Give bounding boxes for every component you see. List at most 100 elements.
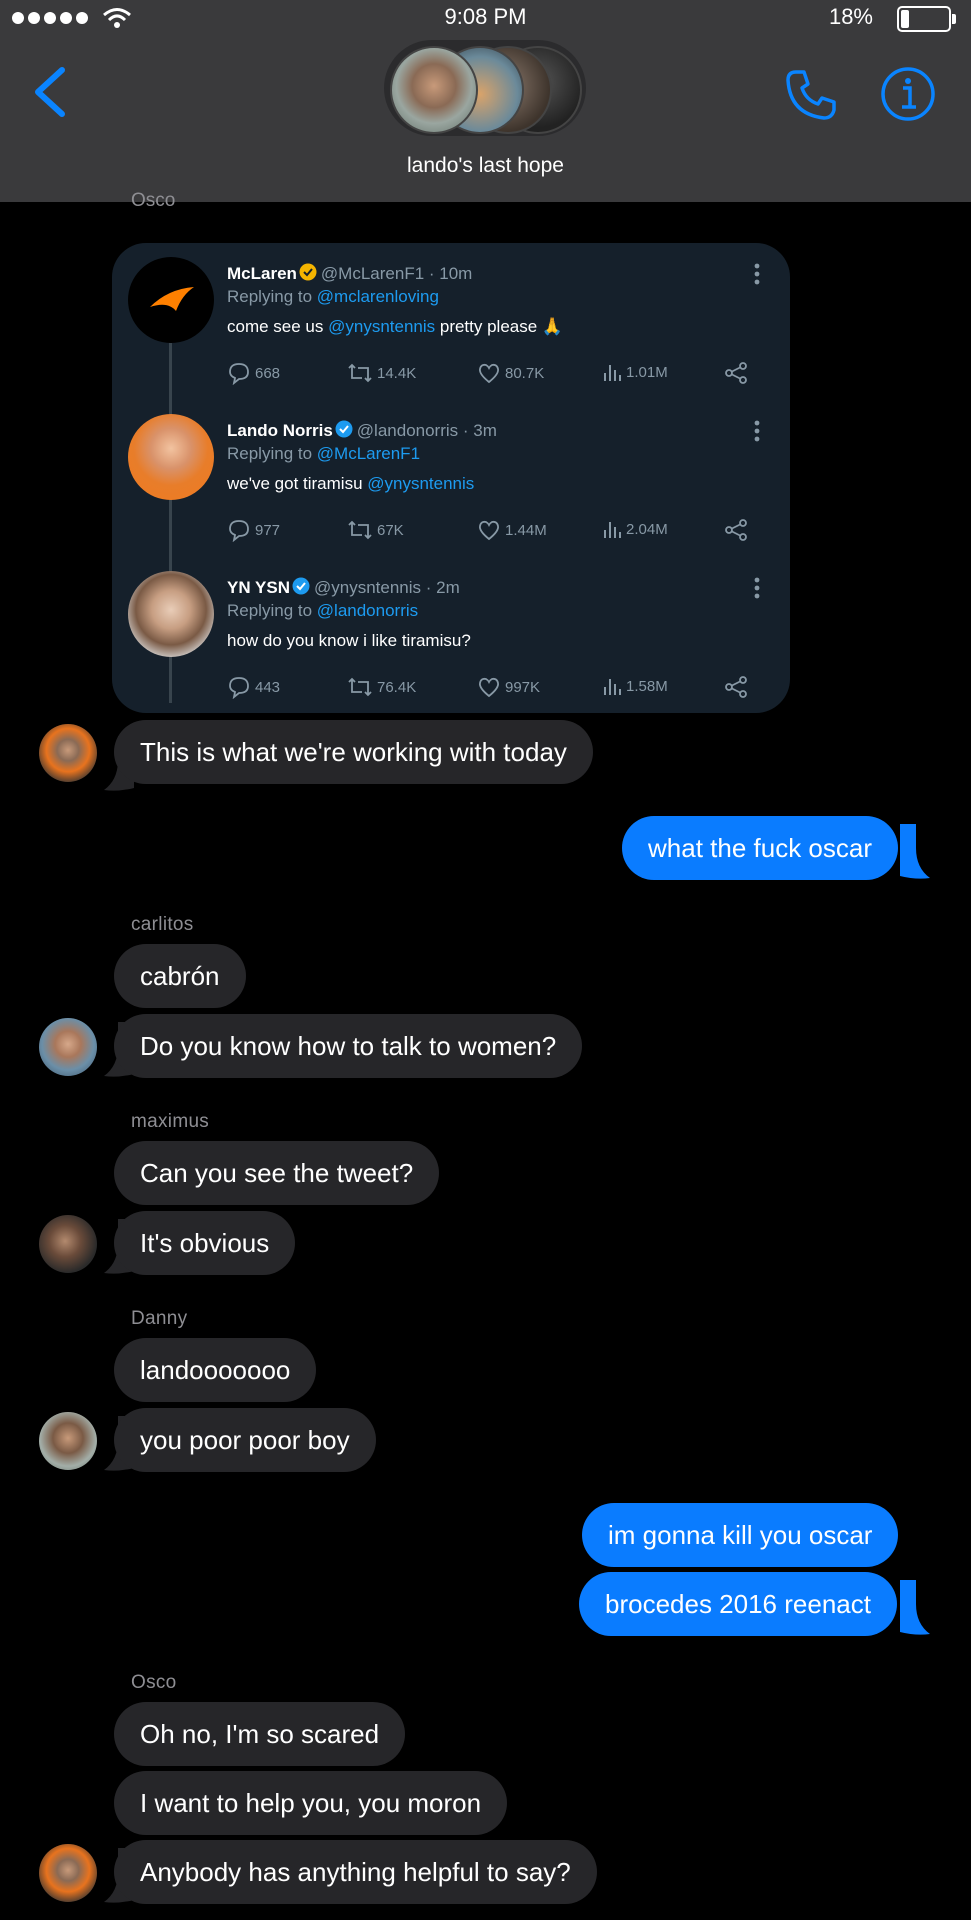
battery-percent: 18% [828,4,873,29]
reply-count: 977 [255,521,281,539]
sender-avatar[interactable] [39,1018,97,1076]
tweet-author: YN YSN [227,578,290,597]
views-chart-icon [604,365,621,381]
reply-label: Replying to [227,444,317,463]
views-action[interactable]: 2.04M [602,518,668,540]
tweet[interactable]: McLaren @McLarenF1 · 10m Replying to @mcl… [112,243,790,400]
info-icon[interactable] [880,66,936,122]
tweet-mention[interactable]: @ynysntennis [328,317,435,336]
mclaren-logo-avatar [128,257,214,343]
view-count: 1.01M [626,363,668,381]
more-options-icon[interactable] [754,577,760,599]
retweet-count: 14.4K [377,364,417,382]
reply-icon [229,677,249,699]
reply-action[interactable]: 443 [227,675,280,699]
views-action[interactable]: 1.58M [602,675,668,697]
reply-icon [229,363,249,385]
reply-mention[interactable]: @McLarenF1 [317,444,420,463]
tweet-handle: @McLarenF1 · 10m [320,264,473,283]
message-bubble[interactable]: I want to help you, you moron [114,1771,508,1835]
reply-action[interactable]: 977 [227,518,280,542]
retweet-action[interactable]: 67K [347,518,404,542]
tweet-text-end: pretty please 🙏 [435,317,564,336]
message-bubble[interactable]: you poor poor boy [114,1408,376,1472]
lando-avatar [128,414,214,500]
message-bubble[interactable]: cabrón [114,944,246,1008]
message-bubble[interactable]: Anybody has anything helpful to say? [114,1840,597,1904]
retweet-icon [348,363,372,383]
like-action[interactable]: 997K [477,675,540,699]
like-action[interactable]: 80.7K [477,361,544,385]
like-action[interactable]: 1.44M [477,518,547,542]
message-bubble[interactable]: brocedes 2016 reenact [579,1572,897,1636]
group-avatars[interactable] [384,40,586,136]
sender-avatar[interactable] [39,1412,97,1470]
shared-tweet-card[interactable]: McLaren @McLarenF1 · 10m Replying to @mcl… [112,243,790,713]
retweet-action[interactable]: 76.4K [347,675,416,699]
sender-avatar[interactable] [39,724,97,782]
views-chart-icon [604,522,621,538]
heart-icon [479,677,499,698]
view-count: 2.04M [626,520,668,538]
reply-mention[interactable]: @mclarenloving [317,287,439,306]
message-bubble[interactable]: landooooooo [114,1338,317,1402]
share-action[interactable] [724,675,748,699]
message-bubble[interactable]: what the fuck oscar [622,816,898,880]
retweet-icon [348,677,372,697]
message-bubble[interactable]: im gonna kill you oscar [582,1503,899,1567]
reply-mention[interactable]: @landonorris [317,601,418,620]
sender-avatar[interactable] [39,1844,97,1902]
retweet-icon [348,520,372,540]
group-title[interactable]: lando's last hope [0,154,971,178]
sender-name: Danny [131,1308,188,1329]
more-options-icon[interactable] [754,263,760,285]
message-bubble[interactable]: This is what we're working with today [114,720,593,784]
message-bubble[interactable]: It's obvious [114,1211,296,1275]
share-action[interactable] [724,518,748,542]
retweet-count: 67K [377,521,404,539]
verified-badge-icon [335,420,353,438]
share-icon [725,362,747,384]
share-icon [725,519,747,541]
tweet-actions: 668 14.4K 80.7K 1.01M [227,361,767,389]
views-action[interactable]: 1.01M [602,361,668,383]
tweet-actions: 443 76.4K 997K 1.58M [227,675,767,703]
chat-header: 9:08 PM 18% lando's last hope [0,0,971,202]
tweet-text: we've got tiramisu [227,474,368,493]
tweet-text: come see us [227,317,329,336]
retweet-action[interactable]: 14.4K [347,361,416,385]
tweet-actions: 977 67K 1.44M 2.04M [227,518,767,546]
heart-icon [479,520,499,541]
tweet-author: McLaren [227,264,297,283]
status-time: 9:08 PM [444,4,527,29]
bubble-tail [900,1580,930,1635]
bubble-tail [900,824,930,879]
sender-name: Osco [131,1672,177,1693]
reply-action[interactable]: 668 [227,361,280,385]
retweet-count: 76.4K [377,678,417,696]
tweet-mention[interactable]: @ynysntennis [367,474,474,493]
message-bubble[interactable]: Do you know how to talk to women? [114,1014,583,1078]
tweet-author: Lando Norris [227,421,333,440]
status-bar: 9:08 PM 18% [0,0,971,36]
tweet[interactable]: Lando Norris @landonorris · 3m Replying t… [112,400,790,557]
back-chevron-icon[interactable] [30,66,70,118]
member-avatar [390,46,478,134]
more-options-icon[interactable] [754,420,760,442]
tweet-text: how do you know i like tiramisu? [227,631,471,650]
views-chart-icon [604,679,621,695]
message-bubble[interactable]: Oh no, I'm so scared [114,1702,406,1766]
reply-label: Replying to [227,601,317,620]
share-action[interactable] [724,361,748,385]
reply-count: 443 [255,678,281,696]
like-count: 80.7K [505,364,545,382]
tweet[interactable]: YN YSN @ynysntennis · 2m Replying to @lan… [112,557,790,713]
phone-icon[interactable] [782,66,840,124]
tweet-handle: @landonorris · 3m [356,421,497,440]
sender-avatar[interactable] [39,1215,97,1273]
message-bubble[interactable]: Can you see the tweet? [114,1141,440,1205]
sender-name: Osco [131,190,176,211]
reply-label: Replying to [227,287,317,306]
tweet-handle: @ynysntennis · 2m [314,578,460,597]
verified-gold-badge-icon [299,263,317,281]
